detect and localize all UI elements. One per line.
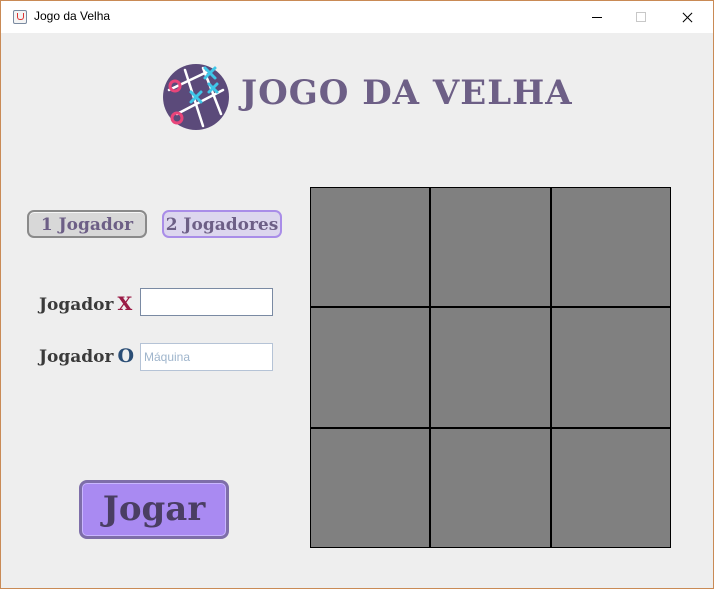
player-o-label: Jogador O xyxy=(39,345,134,367)
player-o-label-text: Jogador xyxy=(39,347,114,367)
tic-tac-toe-logo-icon xyxy=(163,64,229,130)
minimize-button[interactable] xyxy=(574,1,620,33)
app-window: Jogo da Velha JOGO DA VELHA 1 Jogador 2 … xyxy=(0,0,714,589)
player-x-label-text: Jogador xyxy=(39,295,114,315)
board-cell[interactable] xyxy=(431,188,550,307)
player-x-label: Jogador X xyxy=(39,293,132,315)
close-button[interactable] xyxy=(665,1,711,33)
app-heading: JOGO DA VELHA xyxy=(241,73,573,113)
title-bar: Jogo da Velha xyxy=(1,1,713,33)
board-cell[interactable] xyxy=(431,308,550,427)
two-players-button[interactable]: 2 Jogadores xyxy=(162,210,282,238)
window-title: Jogo da Velha xyxy=(34,9,111,23)
java-app-icon xyxy=(13,10,27,24)
play-button[interactable]: Jogar xyxy=(79,480,229,539)
player-x-name-input[interactable] xyxy=(140,288,273,316)
player-o-symbol: O xyxy=(117,345,135,367)
player-x-symbol: X xyxy=(117,293,133,315)
board-cell[interactable] xyxy=(551,428,670,547)
board-cell[interactable] xyxy=(311,308,430,427)
board-cell[interactable] xyxy=(431,428,550,547)
board-cell[interactable] xyxy=(311,188,430,307)
board-cell[interactable] xyxy=(551,188,670,307)
maximize-button[interactable] xyxy=(619,1,665,33)
game-board xyxy=(310,187,671,548)
board-cell[interactable] xyxy=(311,428,430,547)
player-o-name-input[interactable] xyxy=(140,343,273,371)
one-player-button[interactable]: 1 Jogador xyxy=(27,210,147,238)
board-cell[interactable] xyxy=(551,308,670,427)
